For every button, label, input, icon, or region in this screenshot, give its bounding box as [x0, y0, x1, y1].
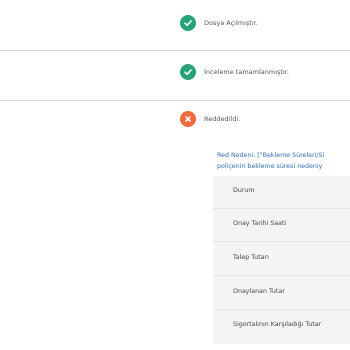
divider	[0, 100, 350, 101]
detail-row-insured-paid: Sigortalının Karşıladığı Tutar	[233, 321, 322, 328]
detail-row-status: Durum	[233, 187, 255, 194]
rejection-reason: Red Nedeni: ["Bekleme Süreleri/Si poliçe…	[217, 150, 350, 172]
detail-row-approved-amount: Onaylanan Tutar	[233, 288, 285, 295]
timeline-step-rejected: Reddedildi.	[0, 0, 350, 127]
step-label: Reddedildi.	[204, 115, 241, 123]
check-icon	[180, 64, 196, 80]
rejection-reason-line: Red Nedeni: ["Bekleme Süreleri/Si	[217, 152, 325, 159]
rejection-reason-line: poliçenin bekleme süresi nedeniy	[217, 163, 323, 170]
detail-row-claim-amount: Talep Tutarı	[233, 254, 269, 261]
row-divider	[213, 275, 350, 276]
row-divider	[213, 309, 350, 310]
step-label: İnceleme tamamlanmıştır.	[204, 68, 289, 76]
row-divider	[213, 208, 350, 209]
x-icon	[180, 111, 196, 127]
detail-row-approval-date: Onay Tarihi Saati	[233, 220, 287, 227]
row-divider	[213, 241, 350, 242]
